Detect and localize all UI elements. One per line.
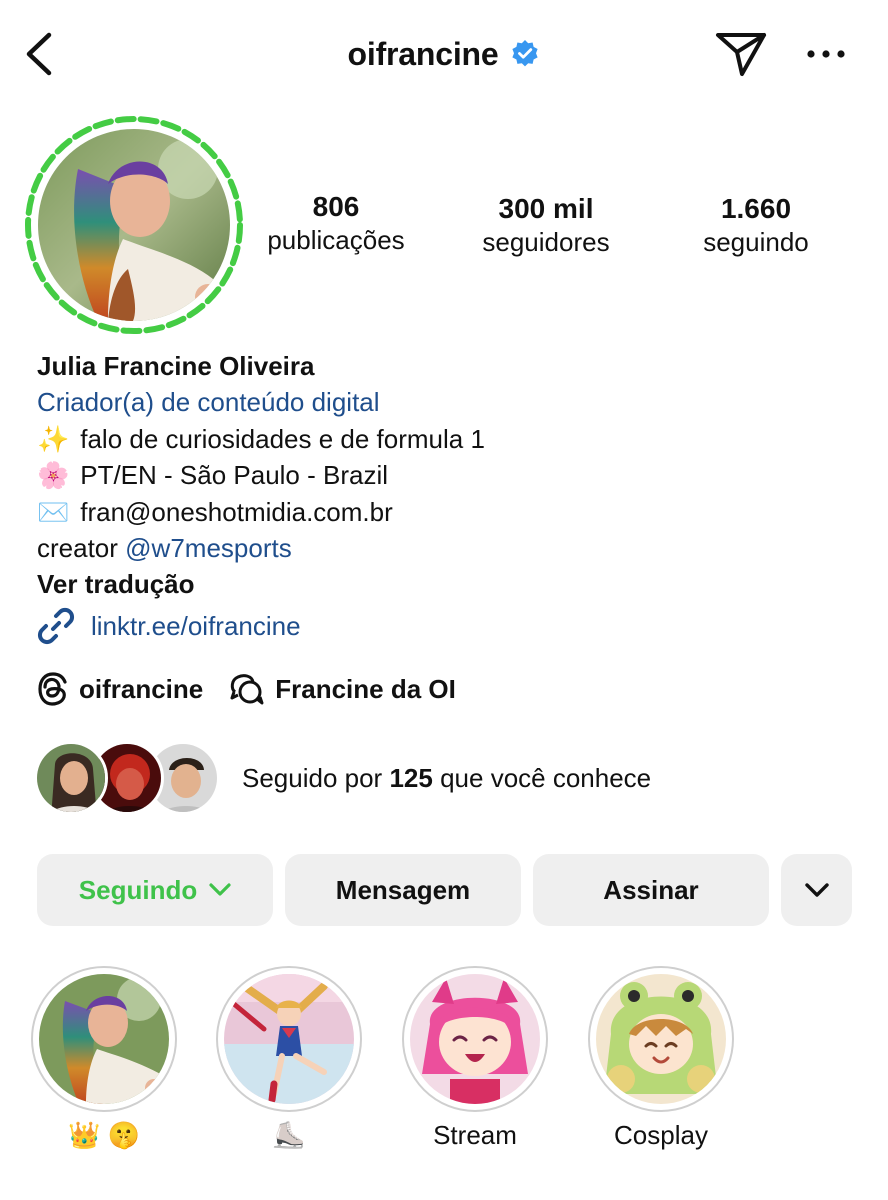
- highlight-cover: [31, 966, 177, 1112]
- creator-prefix: creator: [37, 533, 118, 564]
- link-icon: [37, 607, 75, 645]
- highlight-cover: [402, 966, 548, 1112]
- bio-line-text: falo de curiosidades e de formula 1: [80, 423, 485, 454]
- subscribe-button[interactable]: Assinar: [533, 854, 769, 926]
- sparkles-icon: ✨: [37, 423, 70, 454]
- profile-bio: Julia Francine Oliveira Criador(a) de co…: [37, 348, 857, 603]
- paper-plane-icon: [716, 33, 766, 76]
- chevron-left-icon: [26, 32, 52, 76]
- profile-full-name: Julia Francine Oliveira: [37, 351, 315, 381]
- threads-logo-icon: [38, 672, 67, 706]
- more-dots-icon: [807, 50, 845, 58]
- see-translation-link[interactable]: Ver tradução: [37, 566, 857, 602]
- threads-profile-chip[interactable]: oifrancine: [37, 672, 203, 706]
- following-button[interactable]: Seguindo: [37, 854, 273, 926]
- highlight-item[interactable]: ⛸️: [216, 966, 362, 1152]
- message-button[interactable]: Mensagem: [285, 854, 521, 926]
- highlight-label: Stream: [433, 1120, 517, 1150]
- threads-handle: oifrancine: [79, 673, 204, 704]
- followers-label: seguidores: [482, 227, 610, 257]
- external-link[interactable]: linktr.ee/oifrancine: [37, 605, 301, 647]
- bio-email: fran@oneshotmidia.com.br: [80, 496, 393, 527]
- envelope-icon: ✉️: [37, 496, 70, 527]
- posts-count: 806: [312, 191, 360, 222]
- subscribe-label: Assinar: [603, 874, 699, 905]
- highlight-item[interactable]: Stream: [402, 966, 548, 1152]
- bio-line: 🌸 PT/EN - São Paulo - Brazil: [37, 457, 857, 493]
- avatar-photo: [38, 129, 230, 321]
- broadcast-channel-chip[interactable]: Francine da OI: [229, 672, 456, 706]
- bio-creator-line: creator @w7mesports: [37, 530, 857, 566]
- mutual-avatar: [34, 741, 108, 815]
- message-label: Mensagem: [335, 874, 471, 905]
- channel-chat-icon: [230, 674, 264, 705]
- mutual-followers-text: Seguido por 125 que você conhece: [242, 763, 651, 794]
- highlight-cover: [216, 966, 362, 1112]
- chevron-down-icon: [804, 883, 829, 897]
- verified-badge-icon: [512, 40, 539, 67]
- back-button[interactable]: [18, 30, 58, 78]
- highlight-label: ⛸️: [272, 1120, 306, 1150]
- bio-line-text: PT/EN - São Paulo - Brazil: [80, 460, 389, 491]
- following-count: 1.660: [720, 193, 792, 224]
- highlight-label: 👑 🤫: [68, 1120, 140, 1150]
- more-options-button[interactable]: [800, 30, 852, 78]
- highlight-item[interactable]: Cosplay: [588, 966, 734, 1152]
- following-label: seguindo: [703, 227, 809, 257]
- stat-followers[interactable]: 300 mil seguidores: [446, 192, 646, 258]
- posts-label: publicações: [267, 225, 405, 255]
- followers-count: 300 mil: [498, 193, 594, 224]
- flower-icon: 🌸: [37, 460, 70, 491]
- bio-line: ✨ falo de curiosidades e de formula 1: [37, 421, 857, 457]
- external-link-text: linktr.ee/oifrancine: [91, 610, 301, 641]
- profile-username: oifrancine: [347, 35, 499, 72]
- threads-row: oifrancine Francine da OI: [37, 668, 482, 710]
- chevron-down-icon: [209, 883, 231, 896]
- channel-name: Francine da OI: [275, 673, 456, 704]
- creator-mention-link[interactable]: @w7mesports: [125, 533, 292, 563]
- highlight-cover: [588, 966, 734, 1112]
- top-bar: oifrancine: [0, 0, 888, 108]
- suggestions-toggle-button[interactable]: [781, 854, 852, 926]
- highlight-label: Cosplay: [614, 1120, 708, 1150]
- profile-avatar[interactable]: [22, 113, 246, 337]
- bio-line: ✉️ fran@oneshotmidia.com.br: [37, 494, 857, 530]
- profile-category: Criador(a) de conteúdo digital: [37, 387, 380, 418]
- highlight-item[interactable]: 👑 🤫: [31, 966, 177, 1152]
- mutual-count: 125: [389, 762, 433, 793]
- mutual-prefix: Seguido por: [242, 762, 383, 793]
- send-message-button[interactable]: [712, 26, 770, 82]
- following-label: Seguindo: [78, 874, 198, 905]
- mutual-followers[interactable]: Seguido por 125 que você conhece: [34, 740, 651, 816]
- stat-posts[interactable]: 806 publicações: [236, 190, 436, 256]
- stat-following[interactable]: 1.660 seguindo: [656, 192, 856, 258]
- mutual-suffix: que você conhece: [440, 762, 652, 793]
